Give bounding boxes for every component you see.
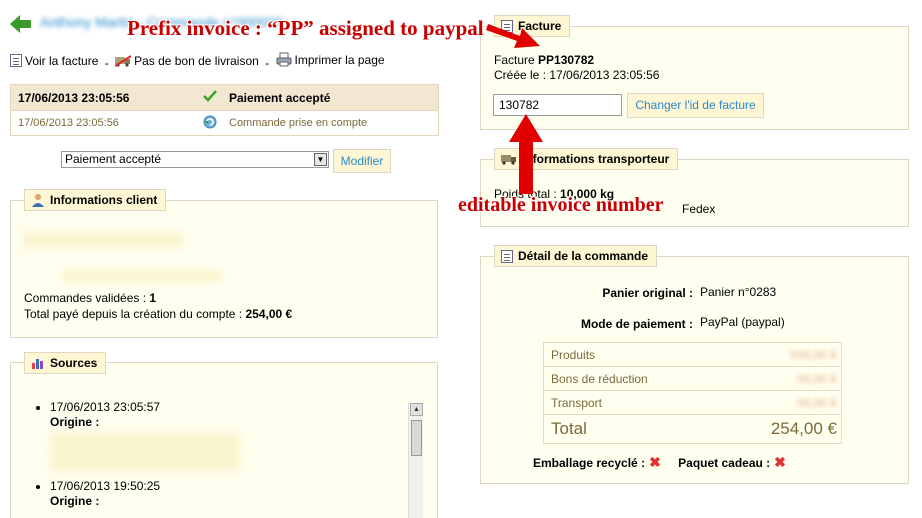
document-icon — [501, 249, 513, 263]
annotation-arrow-up-icon — [509, 114, 543, 194]
prefix-annotation: Prefix invoice : “PP” assigned to paypal — [127, 16, 484, 40]
order-detail-legend: Détail de la commande — [494, 245, 658, 267]
no-icon: ✖ — [649, 454, 661, 470]
cart-value: Panier n°0283 — [700, 285, 777, 299]
order-totals-table: Produits 000,00 € Bons de réduction 00,00 … — [543, 342, 842, 444]
client-stats: Commandes validées : 1 Total payé depuis… — [24, 290, 292, 322]
bar-chart-icon — [32, 359, 43, 369]
total-paid-line: Total payé depuis la création du compte … — [24, 307, 293, 321]
printer-icon — [276, 52, 291, 67]
list-item: 17/06/2013 23:05:57 Origine : — [50, 400, 240, 471]
back-arrow-icon[interactable] — [10, 14, 32, 34]
redacted-client-email — [62, 270, 222, 282]
redacted-client-name — [22, 232, 182, 248]
change-invoice-id-button[interactable]: Changer l'id de facture — [627, 93, 764, 118]
history-row: 17/06/2013 23:05:56 Paiement accepté — [11, 85, 438, 110]
order-actions: Voir la facture - Pas de bon de livraiso… — [10, 52, 385, 70]
invoice-icon — [10, 54, 22, 67]
payment-method-value: PayPal (paypal) — [700, 315, 785, 329]
sources-scrollbar[interactable]: ▲ — [408, 403, 423, 518]
scroll-up-icon[interactable]: ▲ — [410, 403, 423, 416]
table-row: Bons de réduction 00,00 € — [544, 367, 841, 391]
delivery-slip-disabled-icon — [115, 55, 132, 67]
no-delivery-slip-label: Pas de bon de livraison — [115, 54, 259, 68]
user-icon — [32, 194, 44, 207]
view-invoice-link[interactable]: Voir la facture — [10, 54, 98, 68]
invoice-number-line: Facture PP130782 — [494, 53, 595, 67]
cart-label: Panier original : — [602, 286, 693, 300]
sources-legend: Sources — [24, 352, 107, 374]
annotation-arrow-right-icon — [486, 24, 540, 48]
carrier-name: Fedex — [682, 202, 716, 216]
sources-list: 17/06/2013 23:05:57 Origine : 17/06/2013… — [50, 400, 240, 509]
history-row: 17/06/2013 23:05:56 Commande prise en co… — [11, 110, 438, 135]
table-row: Transport 00,00 € — [544, 391, 841, 415]
validated-orders-line: Commandes validées : 1 — [24, 291, 157, 305]
client-info-legend: Informations client — [24, 189, 167, 211]
print-page-link[interactable]: Imprimer la page — [276, 52, 385, 67]
table-row: Produits 000,00 € — [544, 343, 841, 367]
invoice-date-line: Créée le : 17/06/2013 23:05:56 — [494, 68, 660, 82]
status-history-table: 17/06/2013 23:05:56 Paiement accepté 17/… — [10, 84, 439, 136]
no-icon: ✖ — [774, 454, 786, 470]
packaging-flags: Emballage recyclé : ✖ Paquet cadeau : ✖ — [533, 454, 786, 470]
payment-method-label: Mode de paiement : — [580, 317, 693, 331]
total-row: Total 254,00 € — [551, 419, 837, 438]
modify-status-button[interactable]: Modifier — [333, 149, 391, 173]
check-icon — [191, 90, 229, 105]
order-status-select[interactable]: Paiement accepté ▼ — [61, 151, 329, 168]
list-item: 17/06/2013 19:50:25 Origine : — [50, 479, 240, 509]
invoice-info: Facture PP130782 Créée le : 17/06/2013 2… — [494, 53, 659, 83]
scroll-thumb[interactable] — [411, 420, 422, 456]
editable-annotation: editable invoice number — [458, 194, 664, 216]
refresh-icon — [191, 115, 229, 132]
chevron-down-icon: ▼ — [314, 153, 327, 166]
